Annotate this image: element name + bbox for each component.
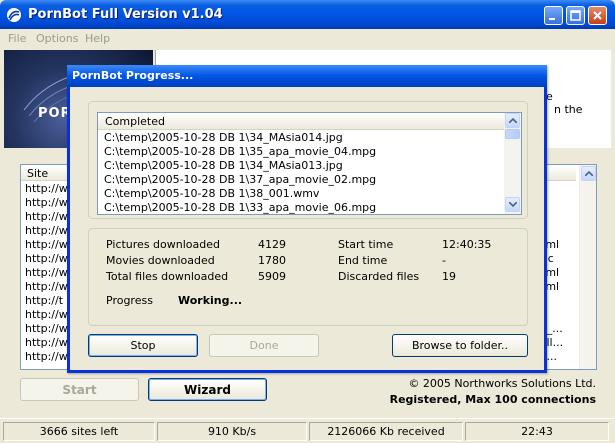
total-files-value: 5909 — [258, 270, 286, 283]
movies-label: Movies downloaded — [106, 254, 215, 267]
chevron-up-icon — [508, 118, 517, 123]
title-bar[interactable]: PornBot Full Version v1.04 — [0, 0, 615, 29]
maximize-icon — [570, 10, 581, 21]
copyright-text: © 2005 Northworks Solutions Ltd. — [408, 377, 596, 390]
site-list-scrollbar[interactable] — [579, 165, 596, 369]
menu-options[interactable]: Options — [36, 32, 78, 45]
end-time-label: End time — [338, 254, 388, 267]
completed-column-header[interactable]: Completed — [98, 113, 504, 130]
site-row-right-fragment: ac — [541, 252, 554, 265]
completed-file-row[interactable]: C:\temp\2005-10-28 DB 1\33_apa_movie_06.… — [104, 201, 504, 214]
site-row-right-fragment: tml — [541, 280, 560, 293]
site-row-right-fragment: s_... — [541, 322, 563, 335]
registration-text: Registered, Max 100 connections — [389, 393, 596, 406]
menu-file[interactable]: File — [8, 32, 26, 45]
maximize-button[interactable] — [566, 6, 585, 25]
site-rows-right-column: tml ac tml tml s_... _ll... _... — [541, 182, 581, 364]
site-row-right-fragment — [541, 294, 581, 308]
completed-files-list[interactable]: Completed C:\temp\2005-10-28 DB 1\34_MAs… — [97, 112, 522, 215]
minimize-icon — [549, 18, 555, 20]
total-files-label: Total files downloaded — [106, 270, 229, 283]
completed-file-row[interactable]: C:\temp\2005-10-28 DB 1\37_apa_movie_02.… — [104, 173, 504, 187]
dialog-title: PornBot Progress... — [72, 69, 194, 82]
wizard-button[interactable]: Wizard — [148, 378, 267, 401]
start-button[interactable]: Start — [20, 378, 139, 401]
movies-value: 1780 — [258, 254, 286, 267]
status-received: 2126066 Kb received — [309, 422, 463, 441]
site-row-right-fragment: _ll... — [541, 336, 564, 349]
site-row-right-fragment: tml — [541, 266, 560, 279]
close-icon — [593, 11, 602, 20]
end-time-value: - — [442, 254, 446, 267]
close-button[interactable] — [588, 6, 607, 25]
pictures-label: Pictures downloaded — [106, 238, 220, 251]
info-text-fragment: e — [546, 90, 553, 103]
discarded-label: Discarded files — [338, 270, 420, 283]
completed-file-row[interactable]: C:\temp\2005-10-28 DB 1\38_001.wmv — [104, 187, 504, 201]
status-speed: 910 Kb/s — [157, 422, 307, 441]
scroll-up-button[interactable] — [505, 113, 520, 128]
progress-label: Progress — [106, 294, 153, 307]
menu-help[interactable]: Help — [85, 32, 110, 45]
browse-to-folder-button[interactable]: Browse to folder.. — [392, 334, 528, 357]
site-row-right-fragment — [541, 224, 581, 238]
chevron-up-icon — [584, 171, 593, 176]
completed-file-row[interactable]: C:\temp\2005-10-28 DB 1\35_apa_movie_04.… — [104, 145, 504, 159]
progress-dialog: PornBot Progress... Completed C:\temp\20… — [67, 65, 547, 373]
completed-file-rows: C:\temp\2005-10-28 DB 1\34_MAsia014.jpg C… — [104, 131, 504, 214]
site-row-right-fragment — [541, 210, 581, 224]
dialog-title-bar[interactable]: PornBot Progress... — [67, 65, 547, 87]
completed-column-header-label: Completed — [105, 115, 165, 128]
done-button[interactable]: Done — [209, 334, 319, 357]
site-row-right-fragment: _... — [541, 350, 557, 363]
scroll-down-button[interactable] — [505, 197, 520, 212]
status-bar: 3666 sites left 910 Kb/s 2126066 Kb rece… — [0, 418, 615, 443]
site-column-header-label: Site — [27, 167, 49, 180]
scroll-thumb[interactable] — [505, 129, 520, 139]
menu-bar: File Options Help — [0, 29, 615, 48]
window-title: PornBot Full Version v1.04 — [28, 7, 223, 22]
info-text-fragment: n the — [554, 103, 583, 116]
status-sites-left: 3666 sites left — [3, 422, 155, 441]
site-row-right-fragment — [541, 308, 581, 322]
site-row-right-fragment: tml — [541, 238, 560, 251]
minimize-button[interactable] — [544, 6, 563, 25]
main-window: PornBot Full Version v1.04 File Options … — [0, 0, 615, 443]
files-scrollbar[interactable] — [504, 113, 521, 214]
site-row-right-fragment — [541, 182, 581, 196]
completed-file-row[interactable]: C:\temp\2005-10-28 DB 1\34_MAsia014.jpg — [104, 131, 504, 145]
scroll-up-button[interactable] — [581, 166, 596, 181]
completed-file-row[interactable]: C:\temp\2005-10-28 DB 1\34_MAsia013.jpg — [104, 159, 504, 173]
app-logo-icon — [7, 8, 21, 22]
status-time: 22:43 — [465, 422, 609, 441]
pictures-value: 4129 — [258, 238, 286, 251]
chevron-down-icon — [508, 202, 517, 207]
progress-value: Working... — [178, 294, 243, 307]
stop-button[interactable]: Stop — [88, 334, 198, 357]
discarded-value: 19 — [442, 270, 456, 283]
start-time-label: Start time — [338, 238, 394, 251]
site-row-right-fragment — [541, 196, 581, 210]
start-time-value: 12:40:35 — [442, 238, 492, 251]
